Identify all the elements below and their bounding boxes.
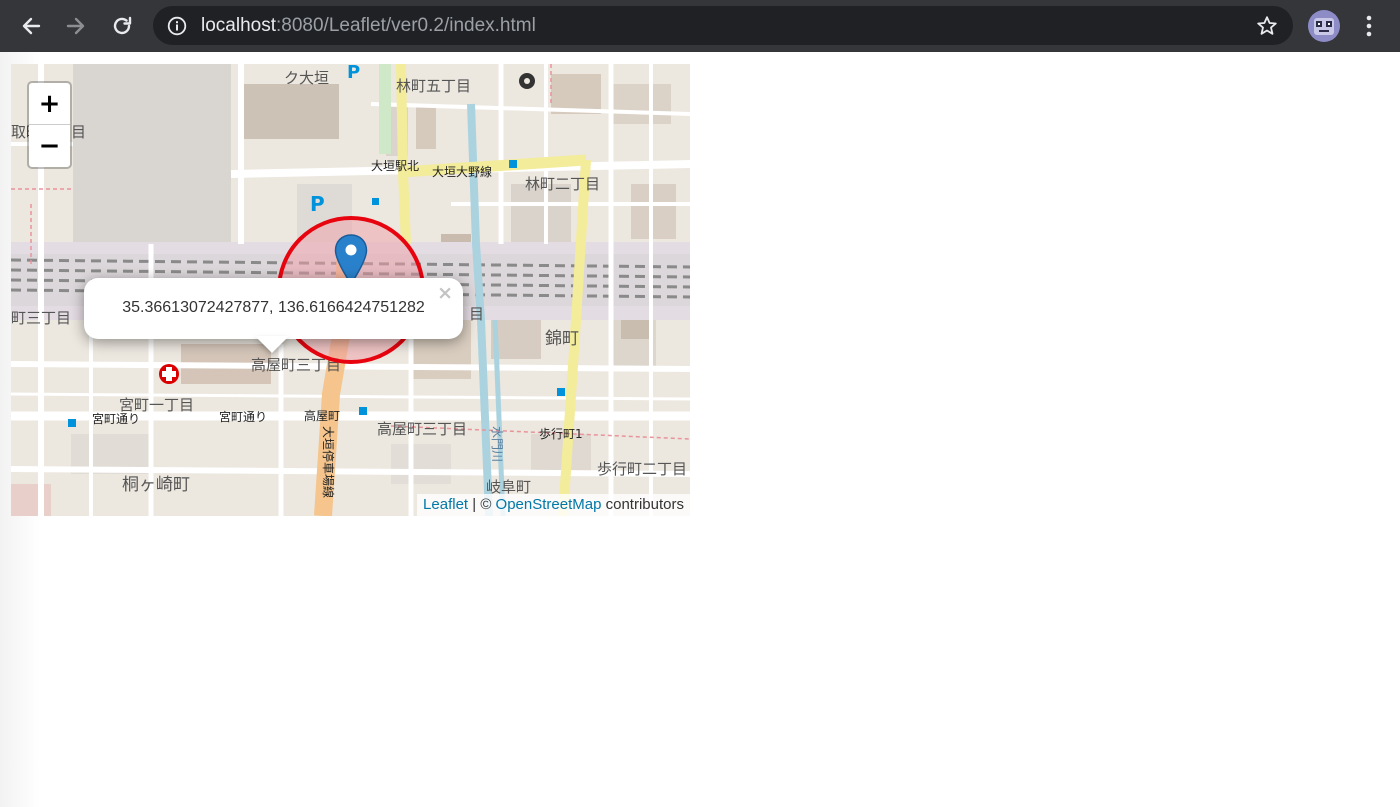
star-icon[interactable] xyxy=(1255,14,1279,38)
popup-tip xyxy=(255,336,289,353)
browser-toolbar: localhost:8080/Leaflet/ver0.2/index.html xyxy=(0,0,1400,52)
parking-label: P xyxy=(347,64,360,83)
map-label: 歩行町1 xyxy=(539,426,583,441)
more-vert-icon xyxy=(1366,15,1372,37)
map-attribution: Leaflet | © OpenStreetMap contributors xyxy=(417,494,690,516)
zoom-in-button[interactable]: + xyxy=(29,83,70,125)
map-label: 宮町通り xyxy=(219,409,267,424)
back-arrow-icon xyxy=(22,17,41,35)
map-label: 高屋町三丁目 xyxy=(377,420,467,438)
map-label: 町三丁目 xyxy=(11,309,71,327)
map-label: 宮町通り xyxy=(92,411,140,426)
reload-button[interactable] xyxy=(104,8,140,44)
openstreetmap-link[interactable]: OpenStreetMap xyxy=(496,496,602,513)
zoom-control: + − xyxy=(27,81,72,169)
map-label: 目 xyxy=(469,305,484,323)
coordinates-popup: 35.36613072427877, 136.6166424751282 × xyxy=(84,278,463,353)
url-text: localhost:8080/Leaflet/ver0.2/index.html xyxy=(201,15,536,37)
map-label: 高屋町 xyxy=(304,408,340,423)
parking-label: P xyxy=(310,192,325,216)
attribution-separator: | © xyxy=(468,496,496,513)
page-content: ク大垣 林町五丁目 林町二丁目 目 取町 町三丁目 目 錦町 高屋町三丁目 宮町… xyxy=(0,52,1400,807)
more-menu-button[interactable] xyxy=(1353,8,1385,44)
leaflet-map[interactable]: ク大垣 林町五丁目 林町二丁目 目 取町 町三丁目 目 錦町 高屋町三丁目 宮町… xyxy=(11,64,690,516)
map-label: 水門川 xyxy=(490,426,504,462)
attribution-suffix: contributors xyxy=(601,496,684,513)
map-label: ク大垣 xyxy=(284,69,329,87)
profile-avatar-icon[interactable] xyxy=(1307,9,1341,43)
map-label: 桐ヶ崎町 xyxy=(122,475,190,495)
reload-icon xyxy=(113,16,132,35)
forward-button[interactable] xyxy=(58,8,94,44)
popup-close-button[interactable]: × xyxy=(437,282,453,304)
map-label: 歩行町二丁目 xyxy=(597,460,687,478)
map-label: 目 xyxy=(71,123,86,141)
popup-coordinates: 35.36613072427877, 136.6166424751282 xyxy=(122,299,425,316)
map-label: 林町二丁目 xyxy=(525,175,600,193)
info-icon[interactable] xyxy=(167,16,187,36)
map-label: 大垣停車場線 xyxy=(321,426,336,498)
map-label: 錦町 xyxy=(545,329,579,349)
url-host: localhost xyxy=(201,15,276,36)
address-bar[interactable]: localhost:8080/Leaflet/ver0.2/index.html xyxy=(153,6,1293,45)
map-label: 林町五丁目 xyxy=(396,77,471,95)
url-path: :8080/Leaflet/ver0.2/index.html xyxy=(276,15,536,36)
back-button[interactable] xyxy=(13,8,49,44)
map-label: 大垣駅北 xyxy=(371,159,419,173)
leaflet-link[interactable]: Leaflet xyxy=(423,496,468,513)
map-label: 大垣大野線 xyxy=(432,164,492,179)
forward-arrow-icon xyxy=(66,17,85,35)
zoom-out-button[interactable]: − xyxy=(29,125,70,167)
